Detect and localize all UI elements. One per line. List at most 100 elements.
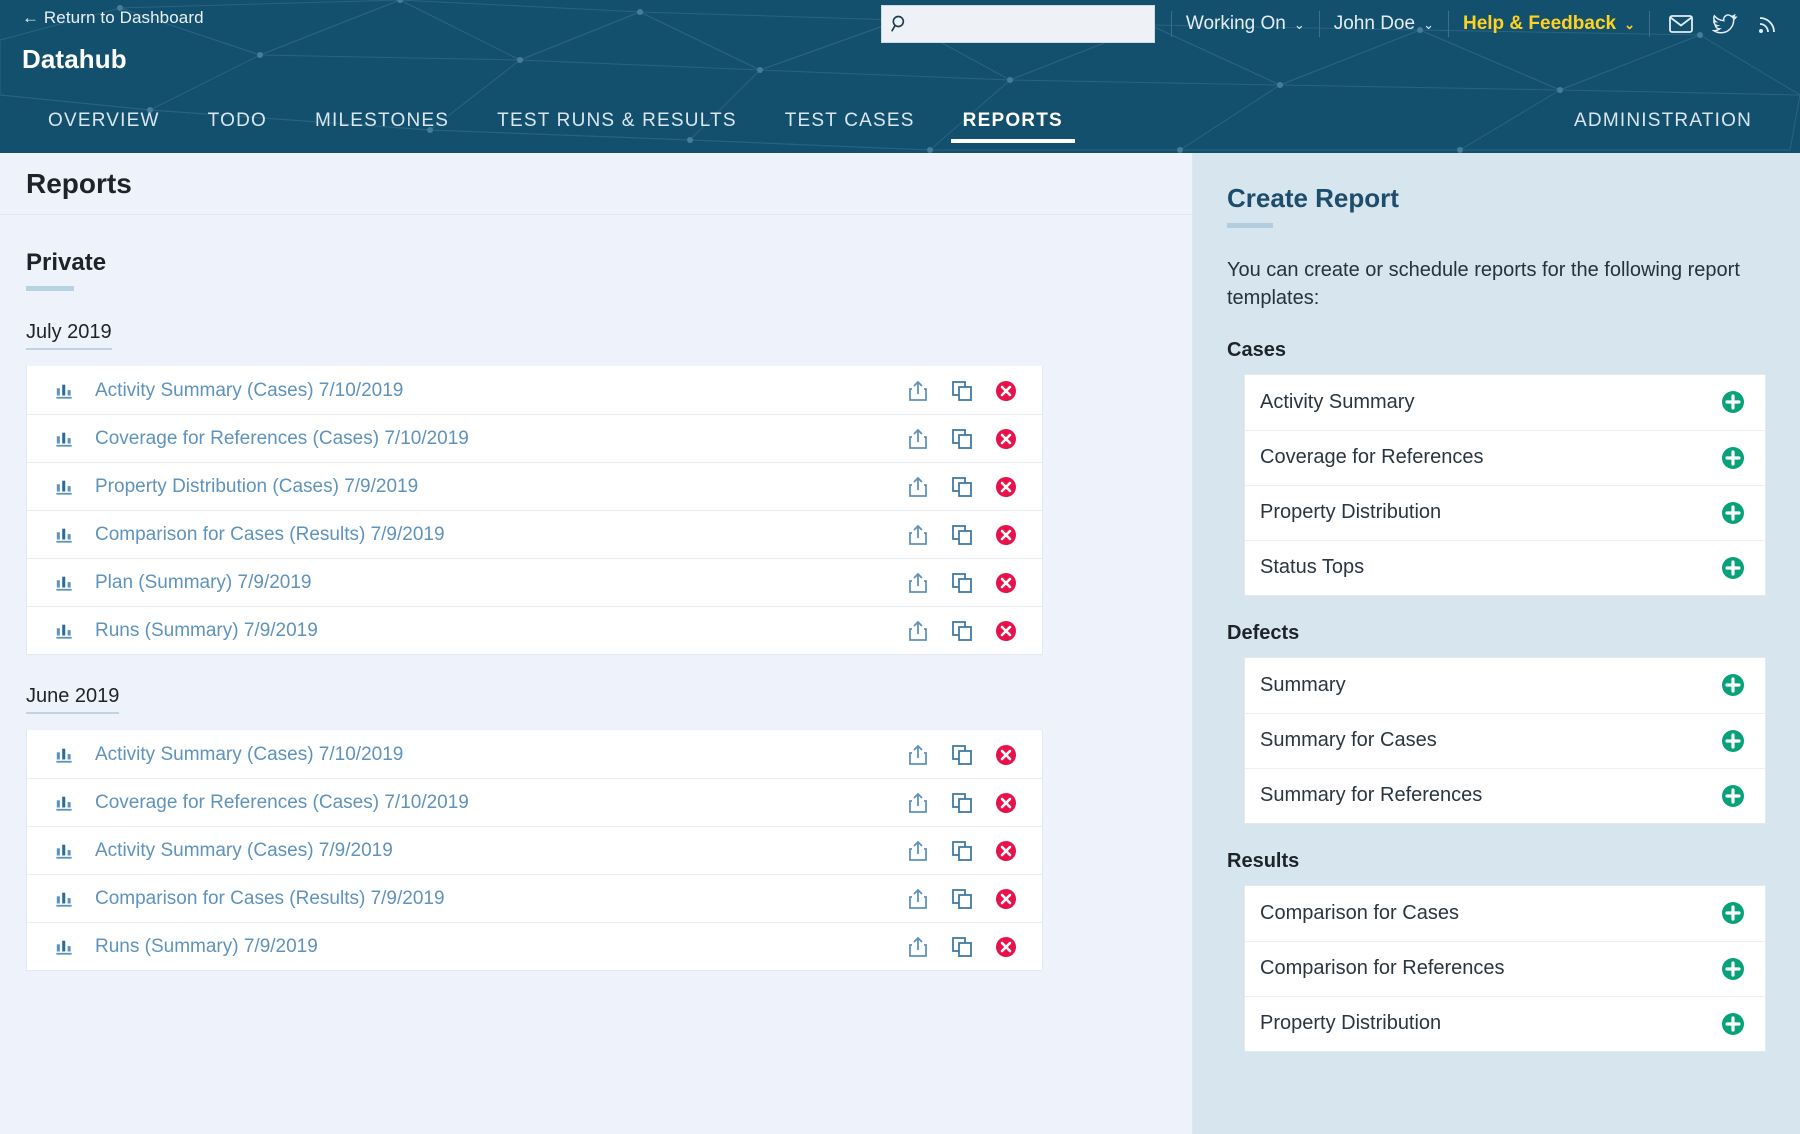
duplicate-icon[interactable] bbox=[950, 427, 974, 451]
export-icon[interactable] bbox=[906, 571, 930, 595]
table-row[interactable]: Coverage for References (Cases) 7/10/201… bbox=[27, 778, 1042, 826]
duplicate-icon[interactable] bbox=[950, 379, 974, 403]
export-icon[interactable] bbox=[906, 743, 930, 767]
plus-circle-icon[interactable] bbox=[1721, 673, 1745, 697]
table-row[interactable]: Comparison for Cases (Results) 7/9/2019 bbox=[27, 510, 1042, 558]
nav-item-test-cases[interactable]: TEST CASES bbox=[761, 99, 939, 143]
report-link[interactable]: Coverage for References (Cases) 7/10/201… bbox=[95, 428, 469, 450]
duplicate-icon[interactable] bbox=[950, 839, 974, 863]
duplicate-icon[interactable] bbox=[950, 743, 974, 767]
nav-item-milestones[interactable]: MILESTONES bbox=[291, 99, 473, 143]
working-on-menu[interactable]: Working On ⌄ bbox=[1171, 11, 1320, 37]
table-row[interactable]: Comparison for Cases (Results) 7/9/2019 bbox=[27, 874, 1042, 922]
duplicate-icon[interactable] bbox=[950, 935, 974, 959]
delete-icon[interactable] bbox=[994, 523, 1018, 547]
delete-icon[interactable] bbox=[994, 743, 1018, 767]
report-link[interactable]: Comparison for Cases (Results) 7/9/2019 bbox=[95, 888, 445, 910]
page-title-bar: Reports bbox=[0, 153, 1192, 215]
delete-icon[interactable] bbox=[994, 571, 1018, 595]
list-item[interactable]: Summary bbox=[1245, 658, 1765, 713]
help-feedback-menu[interactable]: Help & Feedback ⌄ bbox=[1449, 11, 1650, 37]
list-item[interactable]: Comparison for Cases bbox=[1245, 886, 1765, 941]
header-right-cluster: Working On ⌄ John Doe ⌄ Help & Feedback … bbox=[881, 5, 1782, 43]
duplicate-icon[interactable] bbox=[950, 791, 974, 815]
list-item[interactable]: Property Distribution bbox=[1245, 485, 1765, 540]
plus-circle-icon[interactable] bbox=[1721, 390, 1745, 414]
rss-icon[interactable] bbox=[1756, 11, 1782, 37]
delete-icon[interactable] bbox=[994, 887, 1018, 911]
plus-circle-icon[interactable] bbox=[1721, 957, 1745, 981]
create-report-title: Create Report bbox=[1227, 183, 1766, 214]
report-link[interactable]: Activity Summary (Cases) 7/10/2019 bbox=[95, 744, 403, 766]
plus-circle-icon[interactable] bbox=[1721, 501, 1745, 525]
list-item[interactable]: Summary for Cases bbox=[1245, 713, 1765, 768]
duplicate-icon[interactable] bbox=[950, 571, 974, 595]
nav-item-reports[interactable]: REPORTS bbox=[939, 99, 1087, 143]
return-to-dashboard-link[interactable]: ← Return to Dashboard bbox=[22, 8, 204, 28]
app-brand-title: Datahub bbox=[22, 44, 127, 75]
export-icon[interactable] bbox=[906, 379, 930, 403]
list-item[interactable]: Activity Summary bbox=[1245, 375, 1765, 430]
report-link[interactable]: Property Distribution (Cases) 7/9/2019 bbox=[95, 476, 418, 498]
nav-item-administration[interactable]: ADMINISTRATION bbox=[1550, 99, 1776, 143]
export-icon[interactable] bbox=[906, 619, 930, 643]
export-icon[interactable] bbox=[906, 523, 930, 547]
delete-icon[interactable] bbox=[994, 935, 1018, 959]
delete-icon[interactable] bbox=[994, 839, 1018, 863]
list-item[interactable]: Comparison for References bbox=[1245, 941, 1765, 996]
report-link[interactable]: Plan (Summary) 7/9/2019 bbox=[95, 572, 312, 594]
user-menu[interactable]: John Doe ⌄ bbox=[1320, 11, 1449, 37]
report-link[interactable]: Runs (Summary) 7/9/2019 bbox=[95, 620, 318, 642]
duplicate-icon[interactable] bbox=[950, 887, 974, 911]
plus-circle-icon[interactable] bbox=[1721, 901, 1745, 925]
duplicate-icon[interactable] bbox=[950, 523, 974, 547]
table-row[interactable]: Activity Summary (Cases) 7/10/2019 bbox=[27, 730, 1042, 778]
plus-circle-icon[interactable] bbox=[1721, 729, 1745, 753]
list-item[interactable]: Coverage for References bbox=[1245, 430, 1765, 485]
list-item[interactable]: Summary for References bbox=[1245, 768, 1765, 823]
nav-item-todo[interactable]: TODO bbox=[184, 99, 291, 143]
export-icon[interactable] bbox=[906, 935, 930, 959]
plus-circle-icon[interactable] bbox=[1721, 556, 1745, 580]
table-row[interactable]: Runs (Summary) 7/9/2019 bbox=[27, 606, 1042, 654]
list-item[interactable]: Status Tops bbox=[1245, 540, 1765, 595]
report-link[interactable]: Runs (Summary) 7/9/2019 bbox=[95, 936, 318, 958]
table-row[interactable]: Coverage for References (Cases) 7/10/201… bbox=[27, 414, 1042, 462]
plus-circle-icon[interactable] bbox=[1721, 446, 1745, 470]
report-link[interactable]: Activity Summary (Cases) 7/10/2019 bbox=[95, 380, 403, 402]
delete-icon[interactable] bbox=[994, 791, 1018, 815]
delete-icon[interactable] bbox=[994, 427, 1018, 451]
table-row[interactable]: Activity Summary (Cases) 7/9/2019 bbox=[27, 826, 1042, 874]
delete-icon[interactable] bbox=[994, 379, 1018, 403]
nav-item-test-runs-results[interactable]: TEST RUNS & RESULTS bbox=[473, 99, 761, 143]
export-icon[interactable] bbox=[906, 427, 930, 451]
report-link[interactable]: Activity Summary (Cases) 7/9/2019 bbox=[95, 840, 393, 862]
search-input[interactable] bbox=[910, 15, 1146, 33]
list-item[interactable]: Property Distribution bbox=[1245, 996, 1765, 1051]
report-link[interactable]: Coverage for References (Cases) 7/10/201… bbox=[95, 792, 469, 814]
reports-pane: Reports Private July 2019 Activity bbox=[0, 153, 1193, 1134]
table-row[interactable]: Property Distribution (Cases) 7/9/2019 bbox=[27, 462, 1042, 510]
export-icon[interactable] bbox=[906, 839, 930, 863]
delete-icon[interactable] bbox=[994, 619, 1018, 643]
export-icon[interactable] bbox=[906, 887, 930, 911]
page-title: Reports bbox=[26, 168, 132, 200]
search-box[interactable] bbox=[881, 5, 1155, 43]
plus-circle-icon[interactable] bbox=[1721, 1012, 1745, 1036]
duplicate-icon[interactable] bbox=[950, 619, 974, 643]
help-feedback-label: Help & Feedback bbox=[1463, 13, 1616, 35]
mail-icon[interactable] bbox=[1668, 11, 1694, 37]
duplicate-icon[interactable] bbox=[950, 475, 974, 499]
nav-item-overview[interactable]: OVERVIEW bbox=[24, 99, 184, 143]
template-label: Comparison for Cases bbox=[1260, 902, 1459, 925]
table-row[interactable]: Runs (Summary) 7/9/2019 bbox=[27, 922, 1042, 970]
delete-icon[interactable] bbox=[994, 475, 1018, 499]
table-row[interactable]: Activity Summary (Cases) 7/10/2019 bbox=[27, 366, 1042, 414]
table-row[interactable]: Plan (Summary) 7/9/2019 bbox=[27, 558, 1042, 606]
export-icon[interactable] bbox=[906, 791, 930, 815]
export-icon[interactable] bbox=[906, 475, 930, 499]
plus-circle-icon[interactable] bbox=[1721, 784, 1745, 808]
report-link[interactable]: Comparison for Cases (Results) 7/9/2019 bbox=[95, 524, 445, 546]
main-navigation: OVERVIEW TODO MILESTONES TEST RUNS & RES… bbox=[0, 99, 1800, 153]
twitter-icon[interactable] bbox=[1712, 11, 1738, 37]
